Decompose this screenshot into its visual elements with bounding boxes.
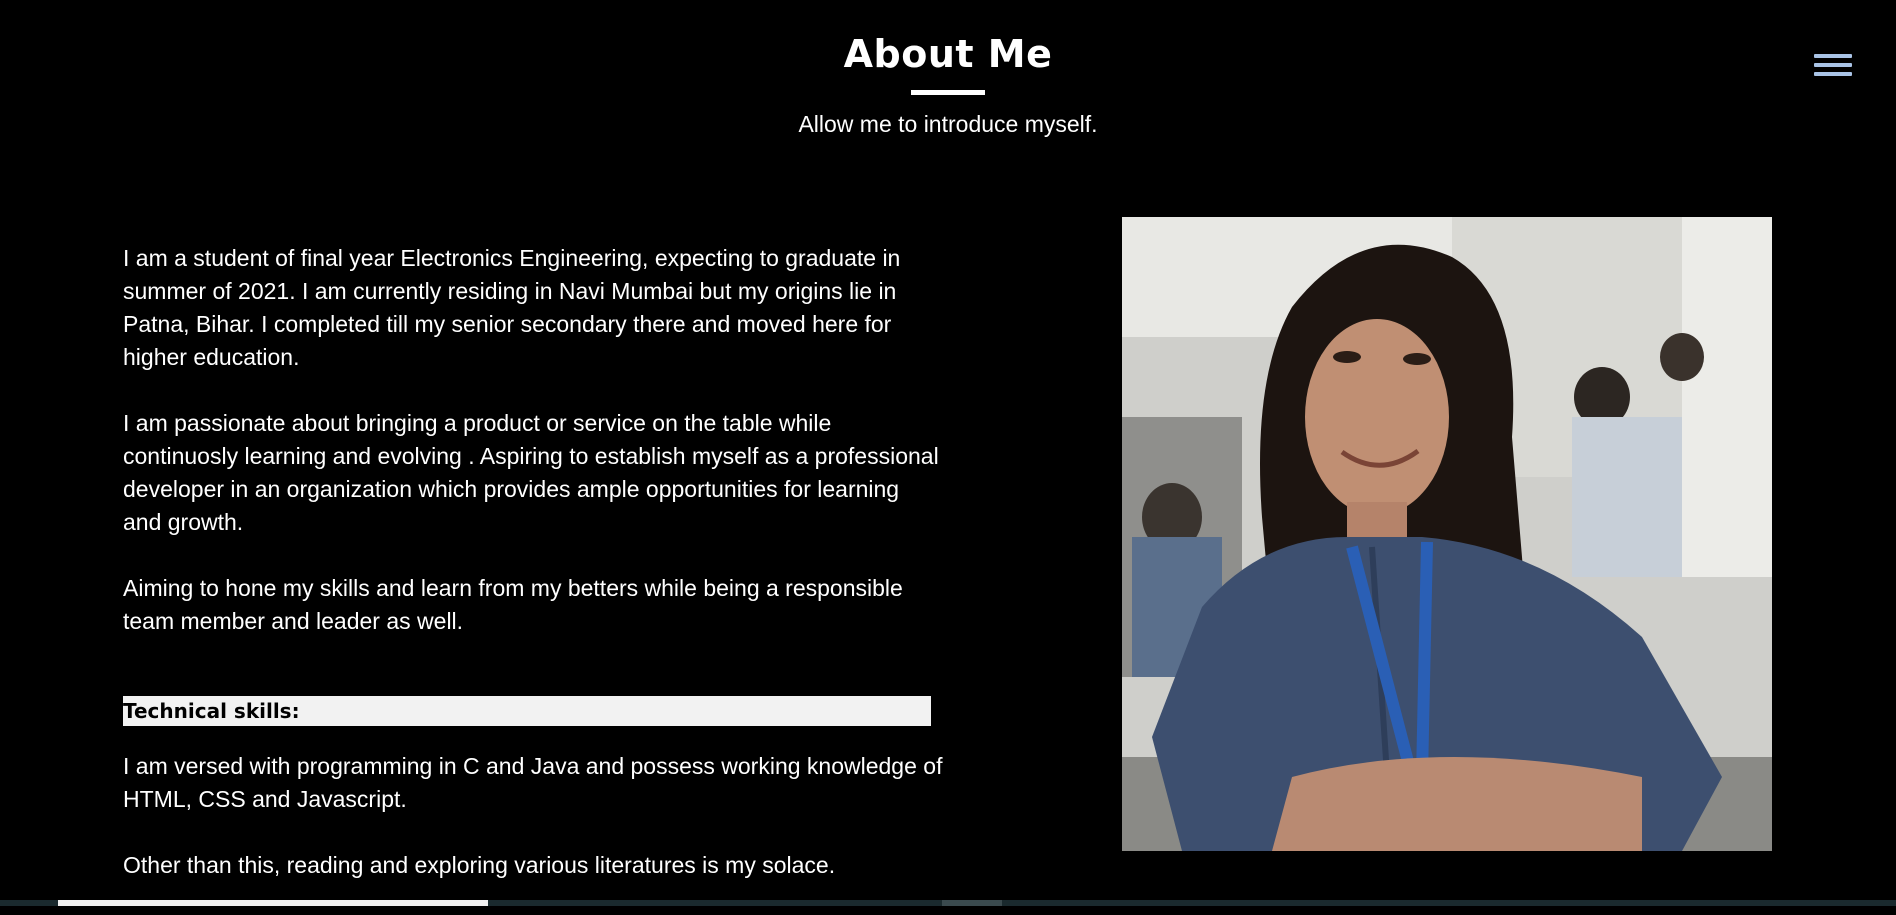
about-text: I am a student of final year Electronics…: [123, 242, 943, 671]
title-underline: [911, 90, 985, 95]
menu-bar: [1814, 63, 1852, 67]
profile-photo: [1122, 217, 1772, 851]
skills-text: I am versed with programming in C and Ja…: [123, 750, 943, 915]
hamburger-menu-icon[interactable]: [1814, 54, 1852, 84]
menu-bar: [1814, 72, 1852, 76]
bottom-scroll-indicator: [0, 900, 1896, 906]
page-subtitle: Allow me to introduce myself.: [798, 111, 1098, 137]
menu-bar: [1814, 54, 1852, 58]
profile-photo-illustration: [1122, 217, 1772, 851]
skills-heading: Technical skills:: [123, 696, 931, 726]
about-paragraph: I am passionate about bringing a product…: [123, 410, 939, 535]
skills-paragraph: Other than this, reading and exploring v…: [123, 852, 836, 878]
scroll-indicator-segment: [58, 900, 488, 906]
skills-paragraph: I am versed with programming in C and Ja…: [123, 753, 943, 812]
page-header: About Me Allow me to introduce myself.: [0, 32, 1896, 138]
about-paragraph: Aiming to hone my skills and learn from …: [123, 575, 903, 634]
about-paragraph: I am a student of final year Electronics…: [123, 245, 901, 370]
scroll-indicator-segment: [942, 900, 1002, 906]
page-title: About Me: [843, 32, 1053, 76]
